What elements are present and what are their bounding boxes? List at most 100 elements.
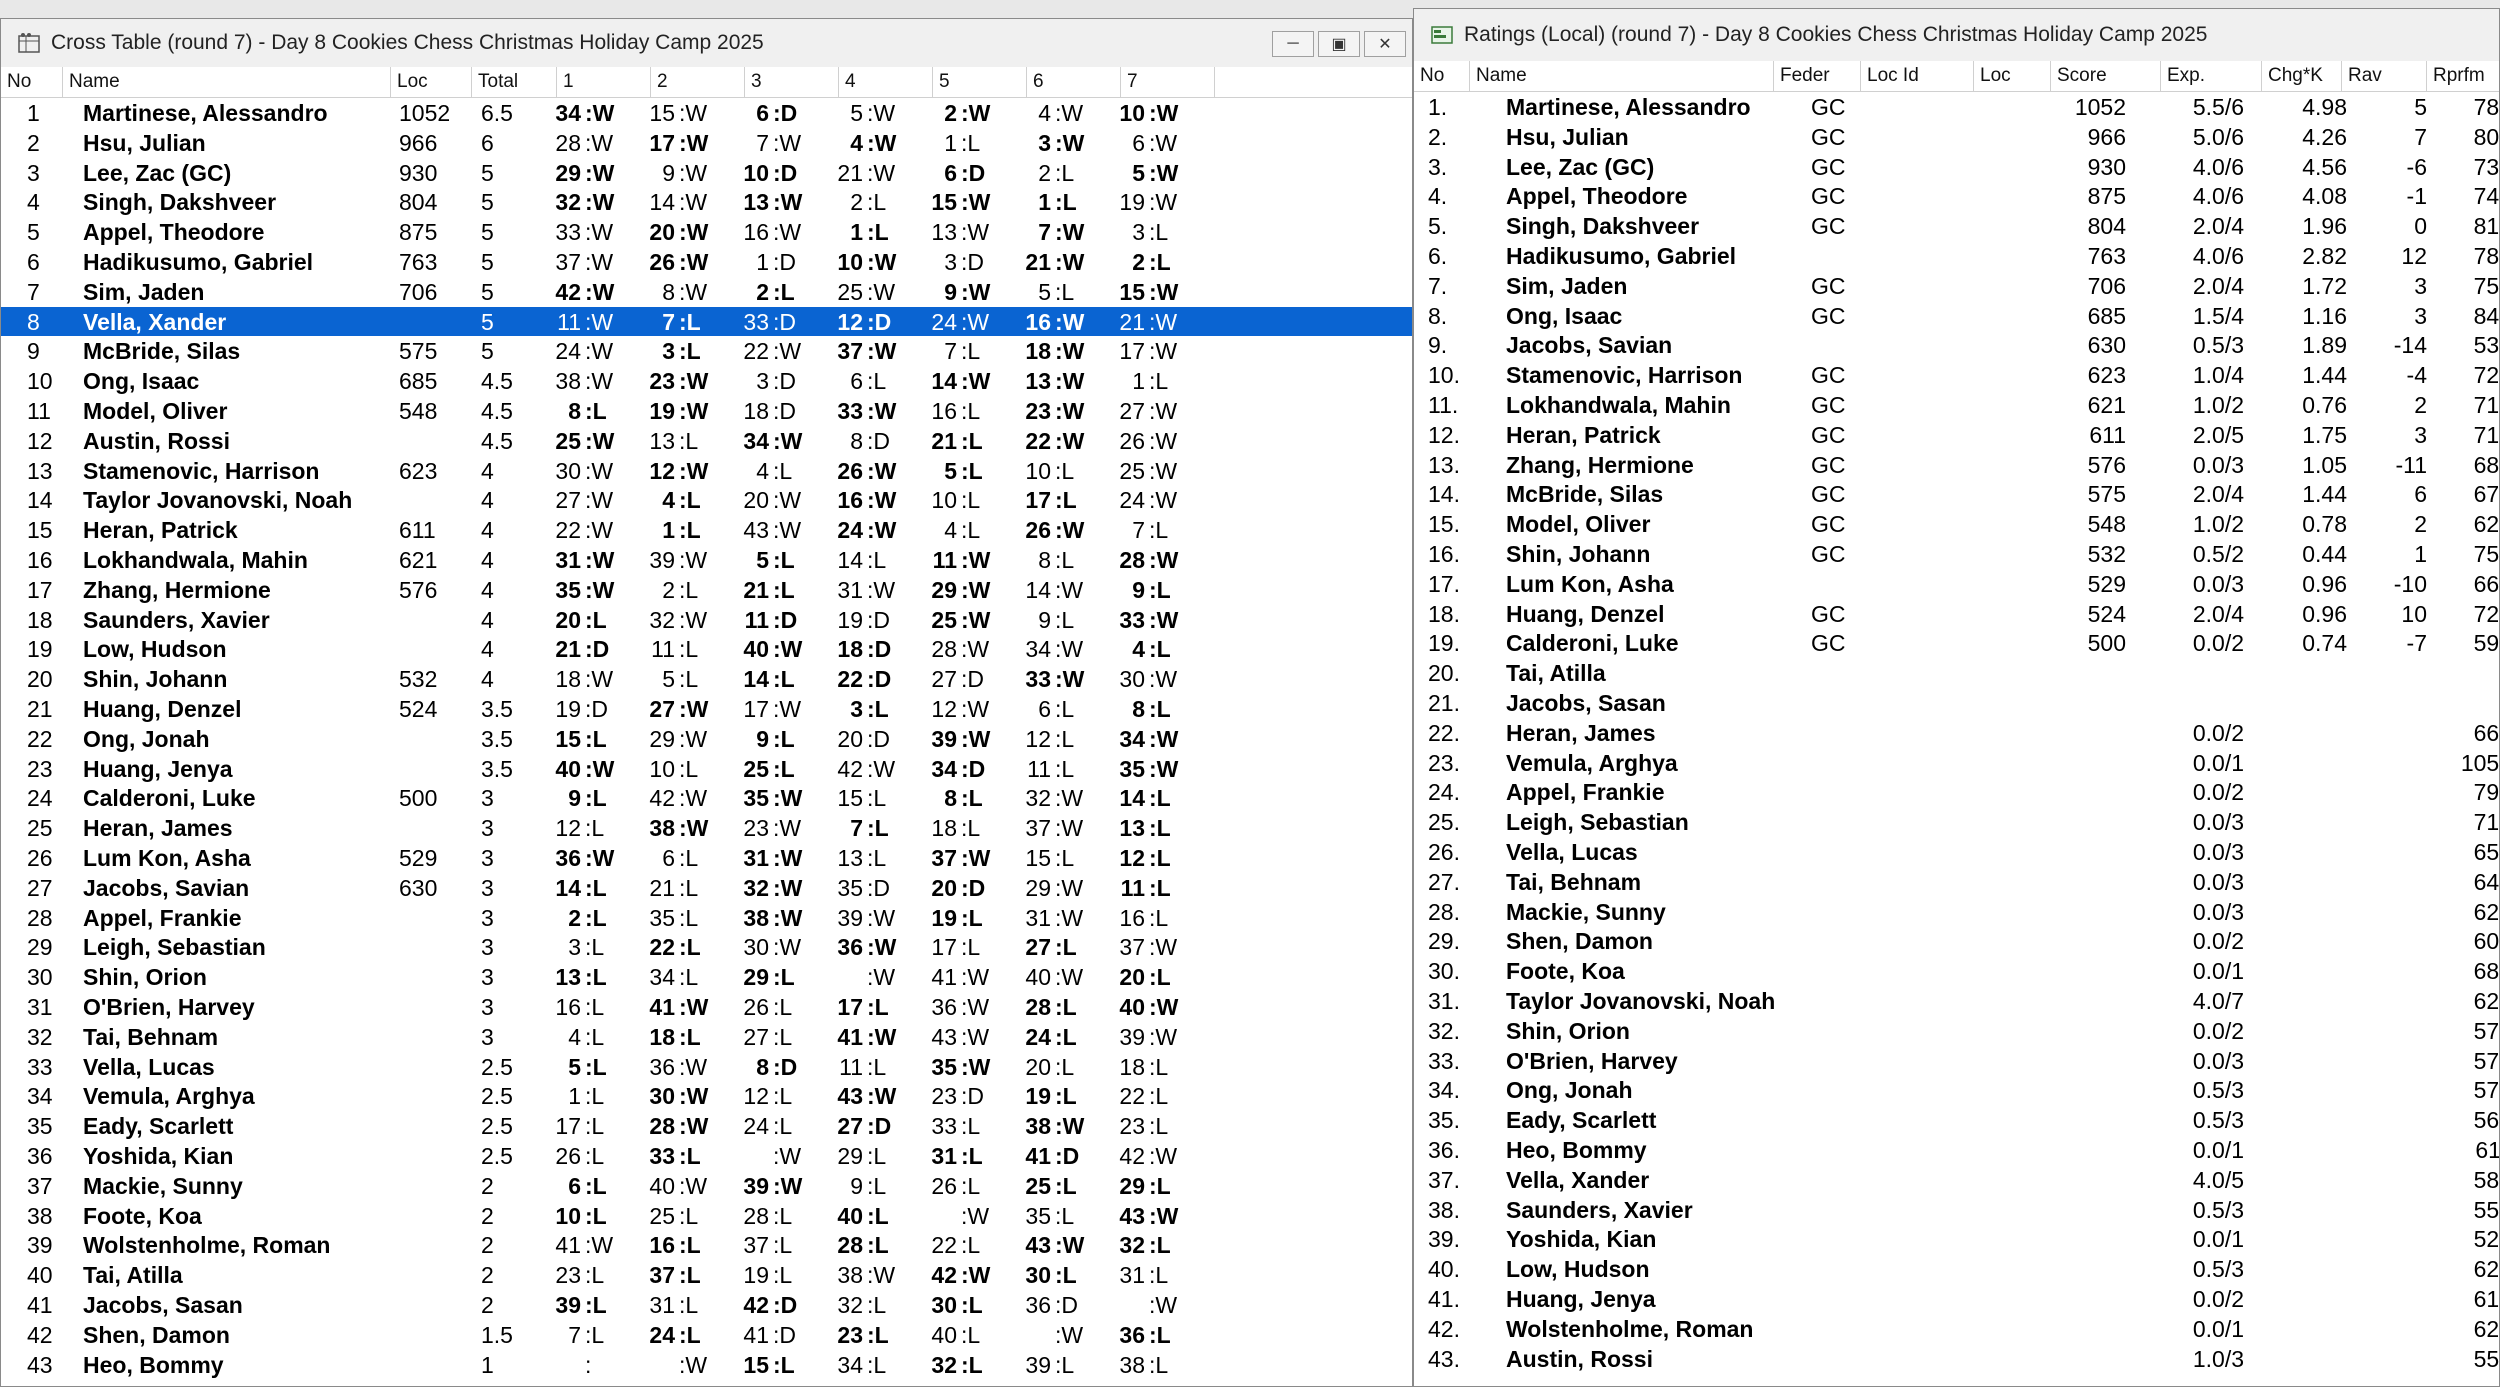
- table-row[interactable]: 1. Martinese, Alessandro GC 1052 5.5/6 4.98 5 7…: [1414, 92, 2499, 122]
- table-row[interactable]: 15.Model, OliverGC5481.0/20.782626626: [1414, 509, 2499, 539]
- table-row[interactable]: 29. Shen, Damon 0.0/2 603: [1414, 926, 2499, 956]
- table-row[interactable]: 42 Shen, Damon 1.5 7:L 24:L 41:D 23:L 40:L:W 36:…: [1, 1320, 1412, 1350]
- cross-header-no[interactable]: No: [1, 67, 63, 97]
- minimize-button[interactable]: ─: [1272, 31, 1314, 57]
- table-row[interactable]: 39. Yoshida, Kian 0.0/1 529: [1414, 1224, 2499, 1254]
- cross-header-3[interactable]: 3: [745, 67, 839, 97]
- table-row[interactable]: 37 Mackie, Sunny 2 6:L 40:W 39:W 9:L 26:L 25:L 29…: [1, 1171, 1412, 1201]
- table-row[interactable]: 38.Saunders, Xavier0.5/3552279: [1414, 1195, 2499, 1225]
- ratings-titlebar[interactable]: Ratings (Local) (round 7) - Day 8 Cookie…: [1414, 9, 2499, 61]
- cross-header-4[interactable]: 4: [839, 67, 933, 97]
- cross-header-loc[interactable]: Loc: [391, 67, 472, 97]
- table-row[interactable]: 30 Shin, Orion 3 13:L 34:L 29:L:W 41:W 40:W 20:L: [1, 962, 1412, 992]
- table-row[interactable]: 40.Low, Hudson0.5/3625352: [1414, 1254, 2499, 1284]
- cross-table-titlebar[interactable]: Cross Table (round 7) - Day 8 Cookies Ch…: [1, 19, 1412, 67]
- table-row[interactable]: 17 Zhang, Hermione 576 4 35:W 2:L 21:L 31:W 29:W…: [1, 575, 1412, 605]
- ratings-header-loc[interactable]: Loc: [1974, 61, 2051, 91]
- table-row[interactable]: 13 Stamenovic, Harrison 623 4 30:W 12:W 4:L 26:…: [1, 456, 1412, 486]
- table-row[interactable]: 35 Eady, Scarlett 2.5 17:L 28:W 24:L 27:D 33:L 3…: [1, 1111, 1412, 1141]
- ratings-header-rprfm[interactable]: Rprfm: [2427, 61, 2499, 91]
- table-row[interactable]: 34.Ong, Jonah0.5/3573300: [1414, 1075, 2499, 1105]
- cross-header-7[interactable]: 7: [1121, 67, 1215, 97]
- table-row[interactable]: 28. Mackie, Sunny 0.0/3 622: [1414, 897, 2499, 927]
- table-row[interactable]: 26. Vella, Lucas 0.0/3 652: [1414, 837, 2499, 867]
- table-row[interactable]: 36 Yoshida, Kian 2.5 26:L 33:L:W 29:L 31:L 41:D…: [1, 1141, 1412, 1171]
- table-row[interactable]: 3.Lee, Zac (GC)GC9304.0/64.56-6731856: [1414, 152, 2499, 182]
- table-row[interactable]: 36. Heo, Bommy 0.0/1 611: [1414, 1135, 2499, 1165]
- cross-header-5[interactable]: 5: [933, 67, 1027, 97]
- table-row[interactable]: 41 Jacobs, Sasan 2 39:L 31:L 42:D 32:L 30:L 36:D…: [1, 1290, 1412, 1320]
- table-row[interactable]: 18.Huang, DenzelGC5242.0/40.9610725725: [1414, 599, 2499, 629]
- table-row[interactable]: 12 Austin, Rossi 4.5 25:W 13:L 34:W 8:D 21:L 22:…: [1, 426, 1412, 456]
- ratings-header-no[interactable]: No: [1414, 61, 1470, 91]
- table-row[interactable]: 32. Shin, Orion 0.0/2 578: [1414, 1016, 2499, 1046]
- table-row[interactable]: 21. Jacobs, Sasan: [1414, 688, 2499, 718]
- table-row[interactable]: 25 Heran, James 3 12:L 38:W 23:W 7:L 18:L 37:W 13…: [1, 813, 1412, 843]
- table-row[interactable]: 14.McBride, SilasGC5752.0/41.446678678: [1414, 479, 2499, 509]
- table-row[interactable]: 35.Eady, Scarlett0.5/3569296: [1414, 1105, 2499, 1135]
- table-row[interactable]: 43.Austin, Rossi1.0/3559434: [1414, 1344, 2499, 1374]
- table-row[interactable]: 22. Heran, James 0.0/2 665: [1414, 718, 2499, 748]
- table-row[interactable]: 33 Vella, Lucas 2.5 5:L 36:W 8:D 11:L 35:W 20:L 1…: [1, 1052, 1412, 1082]
- table-row[interactable]: 11 Model, Oliver 548 4.5 8:L 19:W 18:D 33:W 16:L…: [1, 396, 1412, 426]
- table-row[interactable]: 19. Calderoni, Luke GC 500 0.0/2 0.74 -7 593: [1414, 628, 2499, 658]
- table-row[interactable]: 6 Hadikusumo, Gabriel 763 5 37:W 26:W 1:D 10:W 3…: [1, 247, 1412, 277]
- table-row[interactable]: 5 Appel, Theodore 875 5 33:W 20:W 16:W 1:L 13:W 7…: [1, 217, 1412, 247]
- table-row[interactable]: 9 McBride, Silas 575 5 24:W 3:L 22:W 37:W 7:L 18:…: [1, 336, 1412, 366]
- table-row[interactable]: 16 Lokhandwala, Mahin 621 4 31:W 39:W 5:L 14:L 1…: [1, 545, 1412, 575]
- table-row[interactable]: 14 Taylor Jovanovski, Noah 4 27:W 4:L 20:W 16:…: [1, 485, 1412, 515]
- table-row[interactable]: 6.Hadikusumo, Gabriel7634.0/62.821278190…: [1414, 241, 2499, 271]
- table-row[interactable]: 21 Huang, Denzel 524 3.5 19:D 27:W 17:W 3:L 12:W…: [1, 694, 1412, 724]
- table-row[interactable]: 28 Appel, Frankie 3 2:L 35:L 38:W 39:W 19:L 31:W…: [1, 903, 1412, 933]
- table-row[interactable]: 7 Sim, Jaden 706 5 42:W 8:W 2:L 25:W 9:W 5:L 15:W: [1, 277, 1412, 307]
- table-row[interactable]: 41. Huang, Jenya 0.0/2 617: [1414, 1284, 2499, 1314]
- table-row[interactable]: 23 Huang, Jenya 3.5 40:W 10:L 25:L 42:W 34:D 11:…: [1, 754, 1412, 784]
- table-row[interactable]: 33. O'Brien, Harvey 0.0/3 575: [1414, 1046, 2499, 1076]
- table-row[interactable]: 15 Heran, Patrick 611 4 22:W 1:L 43:W 24:W 4:L 26…: [1, 515, 1412, 545]
- maximize-button[interactable]: ▣: [1318, 31, 1360, 57]
- table-row[interactable]: 38 Foote, Koa 2 10:L 25:L 28:L 40:L:W 35:L 43:W: [1, 1201, 1412, 1231]
- table-row[interactable]: 29 Leigh, Sebastian 3 3:L 22:L 30:W 36:W 17:L 27…: [1, 932, 1412, 962]
- table-row[interactable]: 1 Martinese, Alessandro 1052 6.5 34:W 15:W 6:D…: [1, 98, 1412, 128]
- table-row[interactable]: 12.Heran, PatrickGC6112.0/51.753718646: [1414, 420, 2499, 450]
- table-row[interactable]: 30. Foote, Koa 0.0/1 685: [1414, 956, 2499, 986]
- table-row[interactable]: 31.Taylor Jovanovski, Noah4.0/7621634: [1414, 986, 2499, 1016]
- table-row[interactable]: 34 Vemula, Arghya 2.5 1:L 30:W 12:L 43:W 23:D 19…: [1, 1081, 1412, 1111]
- table-row[interactable]: 31 O'Brien, Harvey 3 16:L 41:W 26:L 17:L 36:W 28…: [1, 992, 1412, 1022]
- cross-header-name[interactable]: Name: [63, 67, 391, 97]
- cross-header-total[interactable]: Total: [472, 67, 557, 97]
- table-row[interactable]: 18 Saunders, Xavier 4 20:L 32:W 11:D 19:D 25:W 9…: [1, 605, 1412, 635]
- table-row[interactable]: 4 Singh, Dakshveer 804 5 32:W 14:W 13:W 2:L 15:W…: [1, 187, 1412, 217]
- ratings-header-rav[interactable]: Rav: [2342, 61, 2427, 91]
- table-row[interactable]: 17. Lum Kon, Asha 529 0.0/3 0.96 -10 666: [1414, 569, 2499, 599]
- table-row[interactable]: 5.Singh, DakshveerGC8042.0/41.960813813: [1414, 211, 2499, 241]
- cross-header-1[interactable]: 1: [557, 67, 651, 97]
- table-row[interactable]: 20. Tai, Atilla: [1414, 658, 2499, 688]
- table-row[interactable]: 32 Tai, Behnam 3 4:L 18:L 27:L 41:W 43:W 24:L 39:…: [1, 1022, 1412, 1052]
- table-row[interactable]: 39 Wolstenholme, Roman 2 41:W 16:L 37:L 28:L 22…: [1, 1230, 1412, 1260]
- ratings-header-chg-k[interactable]: Chg*K: [2262, 61, 2342, 91]
- ratings-header-feder[interactable]: Feder: [1774, 61, 1861, 91]
- table-row[interactable]: 42. Wolstenholme, Roman 0.0/1 621: [1414, 1314, 2499, 1344]
- table-row[interactable]: 10 Ong, Isaac 685 4.5 38:W 23:W 3:D 6:L 14:W 13:W…: [1, 366, 1412, 396]
- table-row[interactable]: 3 Lee, Zac (GC) 930 5 29:W 9:W 10:D 21:W 6:D 2:L 5…: [1, 158, 1412, 188]
- table-row[interactable]: 25. Leigh, Sebastian 0.0/3 712: [1414, 807, 2499, 837]
- table-row[interactable]: 11.Lokhandwala, MahinGC6211.0/20.7627127…: [1414, 390, 2499, 420]
- table-row[interactable]: 19 Low, Hudson 4 21:D 11:L 40:W 18:D 28:W 34:W 4:…: [1, 634, 1412, 664]
- table-row[interactable]: 27. Tai, Behnam 0.0/3 645: [1414, 867, 2499, 897]
- close-button[interactable]: ✕: [1364, 31, 1406, 57]
- table-row[interactable]: 26 Lum Kon, Asha 529 3 36:W 6:L 31:W 13:L 37:W 15…: [1, 843, 1412, 873]
- cross-header-2[interactable]: 2: [651, 67, 745, 97]
- ratings-header-exp[interactable]: Exp.: [2161, 61, 2262, 91]
- table-row[interactable]: 10. Stamenovic, Harrison GC 623 1.0/4 1.44 -4 7…: [1414, 360, 2499, 390]
- ratings-header-loc-id[interactable]: Loc Id: [1861, 61, 1974, 91]
- table-row[interactable]: 27 Jacobs, Savian 630 3 14:L 21:L 32:W 35:D 20:D…: [1, 873, 1412, 903]
- table-row[interactable]: 8 Vella, Xander 5 11:W 7:L 33:D 12:D 24:W 16:W 21…: [1, 306, 1412, 337]
- table-row[interactable]: 24. Appel, Frankie 0.0/2 794: [1414, 777, 2499, 807]
- table-row[interactable]: 13. Zhang, Hermione GC 576 0.0/3 1.05 -11 688: [1414, 450, 2499, 480]
- ratings-header-score[interactable]: Score: [2051, 61, 2161, 91]
- table-row[interactable]: 16.Shin, JohannGC5320.5/20.441753560: [1414, 539, 2499, 569]
- table-row[interactable]: 2 Hsu, Julian 966 6 28:W 17:W 7:W 4:W 1:L 3:W 6:W: [1, 128, 1412, 158]
- table-row[interactable]: 22 Ong, Jonah 3.5 15:L 29:W 9:L 20:D 39:W 12:L 34…: [1, 724, 1412, 754]
- table-row[interactable]: 7.Sim, JadenGC7062.0/41.723757757: [1414, 271, 2499, 301]
